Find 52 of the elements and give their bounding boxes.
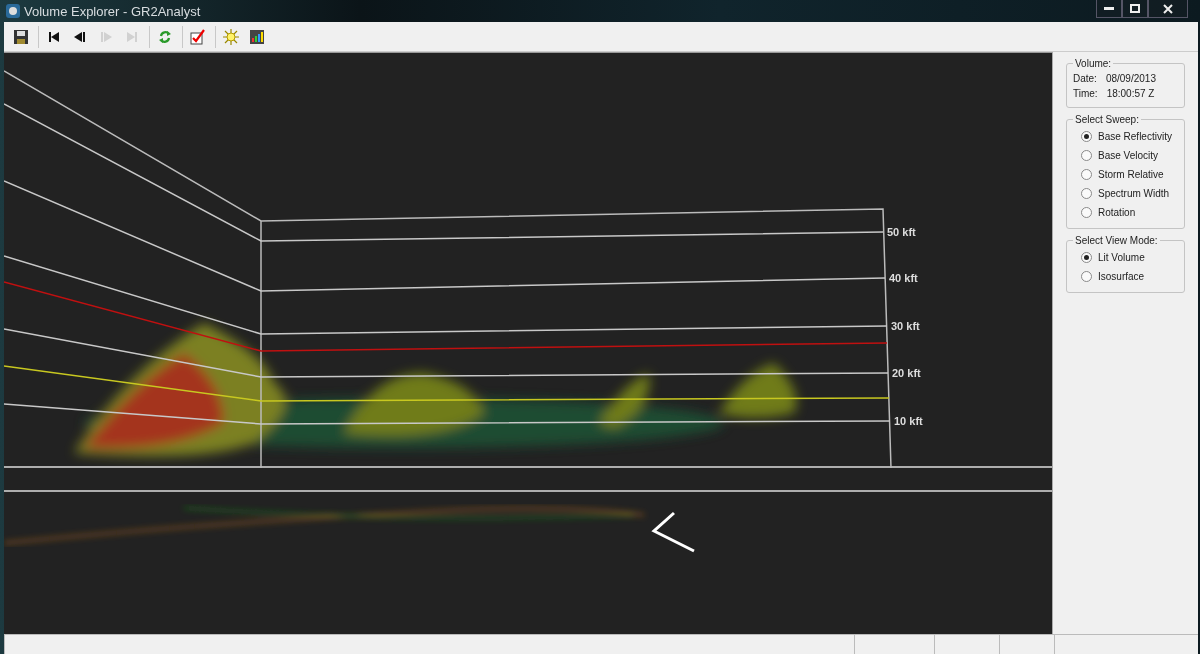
radio-button[interactable] xyxy=(1081,252,1092,263)
radio-option[interactable]: Rotation xyxy=(1073,205,1178,220)
group-title: Select Sweep: xyxy=(1074,114,1140,125)
radio-option[interactable]: Base Velocity xyxy=(1073,148,1178,163)
radio-button[interactable] xyxy=(1081,131,1092,142)
option-label: Storm Relative xyxy=(1098,169,1164,180)
altitude-label: 40 kft xyxy=(889,272,918,284)
skip-forward-icon xyxy=(125,29,139,44)
window-title: Volume Explorer - GR2Analyst xyxy=(24,3,201,19)
group-title: Select View Mode: xyxy=(1074,235,1159,246)
step-forward-icon xyxy=(99,29,113,44)
field-label: Date: xyxy=(1073,73,1097,84)
3d-viewport[interactable]: 50 kft 40 kft 30 kft 20 kft 10 kft xyxy=(4,52,1052,634)
skip-back-icon xyxy=(47,29,61,44)
radio-button[interactable] xyxy=(1081,271,1092,282)
option-label: Base Reflectivity xyxy=(1098,131,1172,142)
radio-option[interactable]: Spectrum Width xyxy=(1073,186,1178,201)
sparkle-icon xyxy=(223,28,239,45)
altitude-label: 20 kft xyxy=(892,367,921,379)
option-label: Spectrum Width xyxy=(1098,188,1170,199)
radio-option[interactable]: Base Reflectivity xyxy=(1073,129,1178,144)
altitude-label: 10 kft xyxy=(894,415,923,427)
radio-button[interactable] xyxy=(1081,207,1092,218)
radio-button[interactable] xyxy=(1081,188,1092,199)
field-value: 08/09/2013 xyxy=(1105,73,1156,84)
radio-button[interactable] xyxy=(1081,169,1092,180)
road-outline xyxy=(651,511,695,553)
checkbox-icon xyxy=(190,28,206,45)
radio-option[interactable]: Lit Volume xyxy=(1073,250,1178,265)
refresh-icon xyxy=(158,29,172,44)
group-title: Volume: xyxy=(1074,58,1113,69)
radio-option[interactable]: Isosurface xyxy=(1073,269,1178,284)
maximize-icon xyxy=(1130,4,1140,13)
radio-option[interactable]: Storm Relative xyxy=(1073,167,1178,182)
field-label: Time: xyxy=(1073,88,1098,99)
option-label: Lit Volume xyxy=(1098,252,1145,263)
bar-chart-icon xyxy=(249,28,265,45)
minimize-icon xyxy=(1104,6,1114,11)
altitude-label: 50 kft xyxy=(887,226,916,238)
minimize-button[interactable] xyxy=(1096,0,1122,18)
app-icon xyxy=(6,4,20,18)
maximize-button[interactable] xyxy=(1122,0,1148,18)
storm-cell-drawing xyxy=(599,373,650,428)
option-label: Base Velocity xyxy=(1098,150,1159,161)
option-label: Isosurface xyxy=(1098,271,1145,282)
altitude-label: 30 kft xyxy=(891,320,920,332)
option-label: Rotation xyxy=(1098,207,1136,218)
field-value: 18:00:57 Z xyxy=(1106,88,1155,99)
radio-button[interactable] xyxy=(1081,150,1092,161)
close-button[interactable] xyxy=(1148,0,1188,18)
close-icon xyxy=(1163,3,1173,14)
step-back-icon xyxy=(73,29,87,44)
